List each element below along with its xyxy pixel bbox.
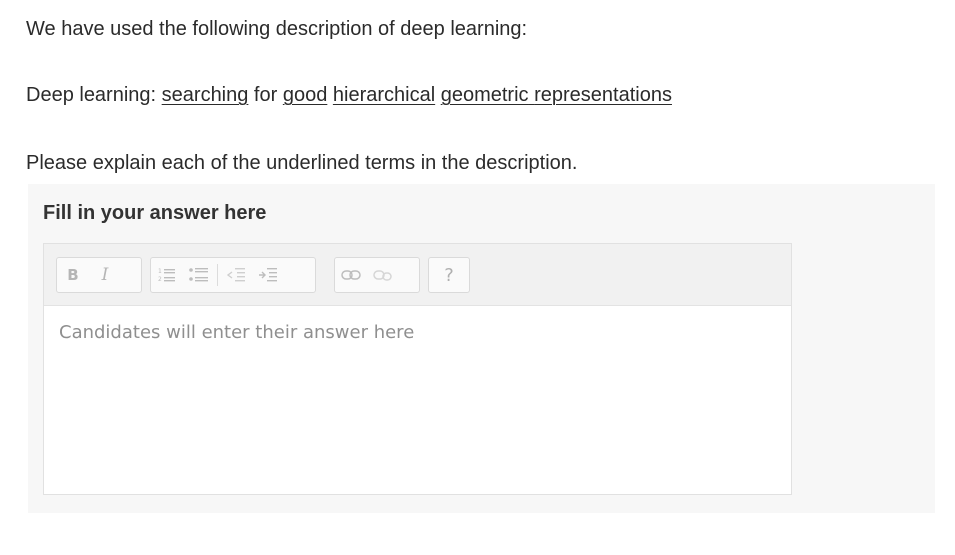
svg-text:1: 1 bbox=[158, 268, 162, 275]
definition-connector: for bbox=[248, 84, 283, 106]
outdent-icon[interactable] bbox=[220, 258, 252, 292]
editor-toolbar: B I 1 2 ? bbox=[44, 244, 791, 306]
list-indent-group: 1 2 bbox=[150, 257, 316, 293]
term-geometric-representations: geometric representations bbox=[441, 84, 672, 106]
link-icon[interactable] bbox=[335, 258, 367, 292]
term-geometric: geometric bbox=[440, 84, 529, 106]
rich-text-editor: B I 1 2 ? Candidates will enter their an… bbox=[43, 243, 792, 495]
question-intro: We have used the following description o… bbox=[26, 18, 528, 40]
term-representations: representations bbox=[534, 84, 672, 106]
term-hierarchical: hierarchical bbox=[332, 84, 436, 106]
answer-panel: Fill in your answer here B I 1 2 ? Candi… bbox=[28, 184, 935, 513]
numbered-list-icon[interactable]: 1 2 bbox=[151, 258, 183, 292]
toolbar-divider bbox=[217, 264, 218, 286]
bold-icon[interactable]: B bbox=[57, 258, 89, 292]
answer-panel-title: Fill in your answer here bbox=[43, 202, 267, 224]
answer-textarea[interactable]: Candidates will enter their answer here bbox=[44, 306, 791, 494]
question-instruction: Please explain each of the underlined te… bbox=[26, 152, 578, 174]
definition-prefix: Deep learning: bbox=[26, 84, 162, 106]
bulleted-list-icon[interactable] bbox=[183, 258, 215, 292]
unlink-icon[interactable] bbox=[367, 258, 399, 292]
italic-icon[interactable]: I bbox=[89, 258, 121, 292]
indent-icon[interactable] bbox=[252, 258, 284, 292]
link-group bbox=[334, 257, 420, 293]
answer-placeholder: Candidates will enter their answer here bbox=[59, 322, 415, 343]
svg-text:2: 2 bbox=[158, 276, 162, 283]
definition-line: Deep learning: searching for good hierar… bbox=[26, 82, 672, 108]
format-group: B I bbox=[56, 257, 142, 293]
help-icon[interactable]: ? bbox=[429, 258, 469, 292]
term-searching: searching bbox=[161, 84, 249, 106]
term-good: good bbox=[282, 84, 328, 106]
help-group: ? bbox=[428, 257, 470, 293]
